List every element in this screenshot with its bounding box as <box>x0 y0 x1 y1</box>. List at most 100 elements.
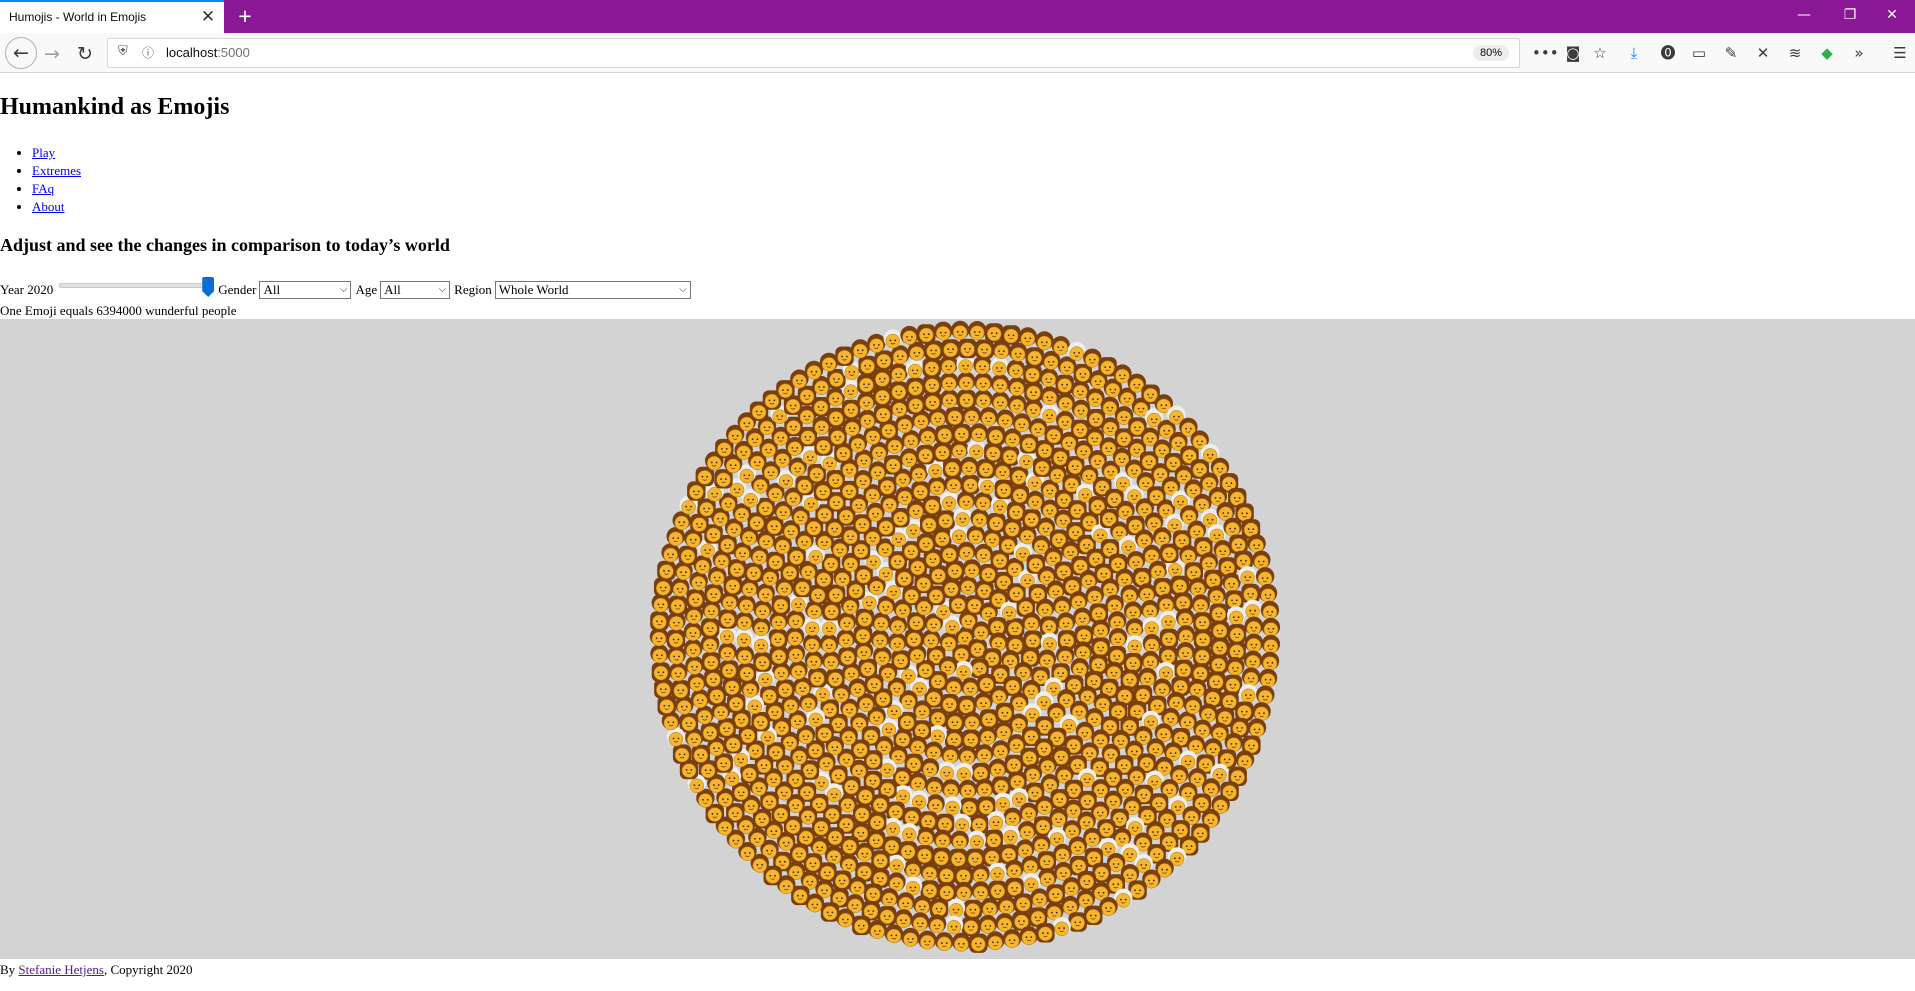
back-arrow-icon: ← <box>13 42 29 64</box>
close-tab-icon[interactable]: ✕ <box>198 7 218 27</box>
emoji-face <box>874 350 893 370</box>
emoji-face <box>657 695 676 716</box>
emoji-face <box>924 741 943 761</box>
emoji-face <box>695 705 714 725</box>
layers-icon[interactable]: ≋ <box>1783 41 1807 65</box>
emoji-face <box>994 479 1014 500</box>
forward-button[interactable]: → <box>39 41 65 67</box>
emoji-face <box>1176 642 1195 661</box>
active-tab[interactable]: Humojis - World in Emojis ✕ <box>0 0 224 33</box>
pocket-icon[interactable]: ◙ <box>1561 41 1585 65</box>
emoji-face <box>1209 603 1228 623</box>
emoji-face <box>786 610 805 629</box>
emoji-face <box>1199 703 1218 723</box>
nav-link-about[interactable]: About <box>32 199 65 214</box>
green-extension-icon[interactable]: ◆ <box>1815 41 1839 65</box>
emoji-face <box>686 589 705 609</box>
emoji-face <box>1021 855 1040 875</box>
region-select[interactable]: Whole World ⌵ <box>494 281 691 299</box>
emoji-face <box>880 888 899 908</box>
eyedropper-icon[interactable]: ✎ <box>1719 41 1743 65</box>
emoji-face <box>804 650 824 670</box>
emoji-face <box>822 651 841 671</box>
emoji-face <box>989 632 1008 652</box>
emoji-face <box>852 915 871 936</box>
footer: By Stefanie Hetjens, Copyright 2020 <box>0 962 192 978</box>
synced-tabs-icon[interactable]: ▭ <box>1687 41 1711 65</box>
back-button[interactable]: ← <box>5 37 37 69</box>
address-bar[interactable]: ⛨ ⓘ localhost:5000 80% <box>107 38 1520 68</box>
emoji-face <box>941 339 960 359</box>
emoji-face <box>1167 691 1186 711</box>
close-window-button[interactable]: ✕ <box>1869 0 1915 33</box>
emoji-face <box>871 850 890 870</box>
emoji-face <box>906 394 925 415</box>
emoji-face <box>766 551 785 572</box>
nav-link-faq[interactable]: FAq <box>32 181 54 196</box>
emoji-face <box>735 611 754 631</box>
emoji-face <box>888 632 907 652</box>
emoji-face <box>857 374 876 394</box>
emoji-face <box>1108 628 1128 648</box>
gender-select-value: All <box>263 282 281 297</box>
emoji-face <box>1261 634 1281 654</box>
bookmark-star-icon[interactable]: ☆ <box>1588 41 1612 65</box>
emoji-face <box>1157 593 1176 613</box>
emoji-face <box>1025 347 1044 367</box>
emoji-faces <box>649 320 1281 953</box>
nav-link-play[interactable]: Play <box>32 145 55 160</box>
overflow-icon[interactable]: » <box>1847 41 1871 65</box>
nav-link-extremes[interactable]: Extremes <box>32 163 81 178</box>
emoji-face <box>776 679 795 699</box>
emoji-face <box>917 324 936 344</box>
gender-select[interactable]: All ⌵ <box>259 281 352 299</box>
emoji-face <box>737 594 756 614</box>
password-icon[interactable]: ⓿ <box>1656 41 1680 65</box>
restore-button[interactable]: ❐ <box>1827 0 1873 33</box>
reload-button[interactable]: ↻ <box>72 41 98 67</box>
emoji-face <box>940 389 959 409</box>
age-select[interactable]: All ⌵ <box>380 281 451 299</box>
emoji-face <box>855 608 874 629</box>
emoji-face <box>1073 607 1092 627</box>
emoji-face <box>991 374 1010 394</box>
zoom-indicator[interactable]: 80% <box>1473 45 1510 61</box>
emoji-face <box>991 391 1010 411</box>
emoji-face <box>1243 650 1263 670</box>
url-text[interactable]: localhost:5000 <box>166 45 250 60</box>
footer-prefix: By <box>0 962 19 977</box>
year-slider-thumb[interactable] <box>202 277 215 297</box>
emoji-face <box>922 357 941 378</box>
menu-icon[interactable]: ☰ <box>1888 41 1912 65</box>
more-icon[interactable]: ••• <box>1532 41 1559 65</box>
emoji-face <box>946 898 966 918</box>
site-info-icon[interactable]: ⓘ <box>142 44 154 61</box>
new-tab-button[interactable]: + <box>232 3 258 29</box>
emoji-face <box>751 634 771 654</box>
download-icon[interactable]: ⤓ <box>1622 41 1646 65</box>
emoji-face <box>1091 637 1110 657</box>
author-link[interactable]: Stefanie Hetjens <box>18 962 104 977</box>
shield-icon[interactable]: ⛨ <box>118 44 128 59</box>
emoji-face <box>1191 594 1211 614</box>
emoji-face <box>1142 616 1161 636</box>
year-slider-track[interactable] <box>59 283 215 288</box>
emoji-face <box>918 930 937 950</box>
x-extension-icon[interactable]: ✕ <box>1751 41 1775 65</box>
region-label: Region <box>454 282 492 297</box>
emoji-face <box>769 646 789 666</box>
emoji-face <box>967 830 986 850</box>
emoji-face <box>920 758 940 778</box>
emoji-face <box>1046 884 1065 904</box>
emoji-face <box>1038 868 1057 888</box>
emoji-face <box>978 726 997 746</box>
minimize-button[interactable]: — <box>1781 0 1827 33</box>
emoji-face <box>945 712 965 732</box>
emoji-face <box>1258 668 1278 688</box>
emoji-face <box>1008 342 1028 362</box>
emoji-face <box>1035 796 1054 815</box>
year-slider[interactable] <box>59 277 215 299</box>
age-select-value: All <box>384 282 401 297</box>
emoji-face <box>1258 583 1278 603</box>
emoji-face <box>995 913 1014 933</box>
